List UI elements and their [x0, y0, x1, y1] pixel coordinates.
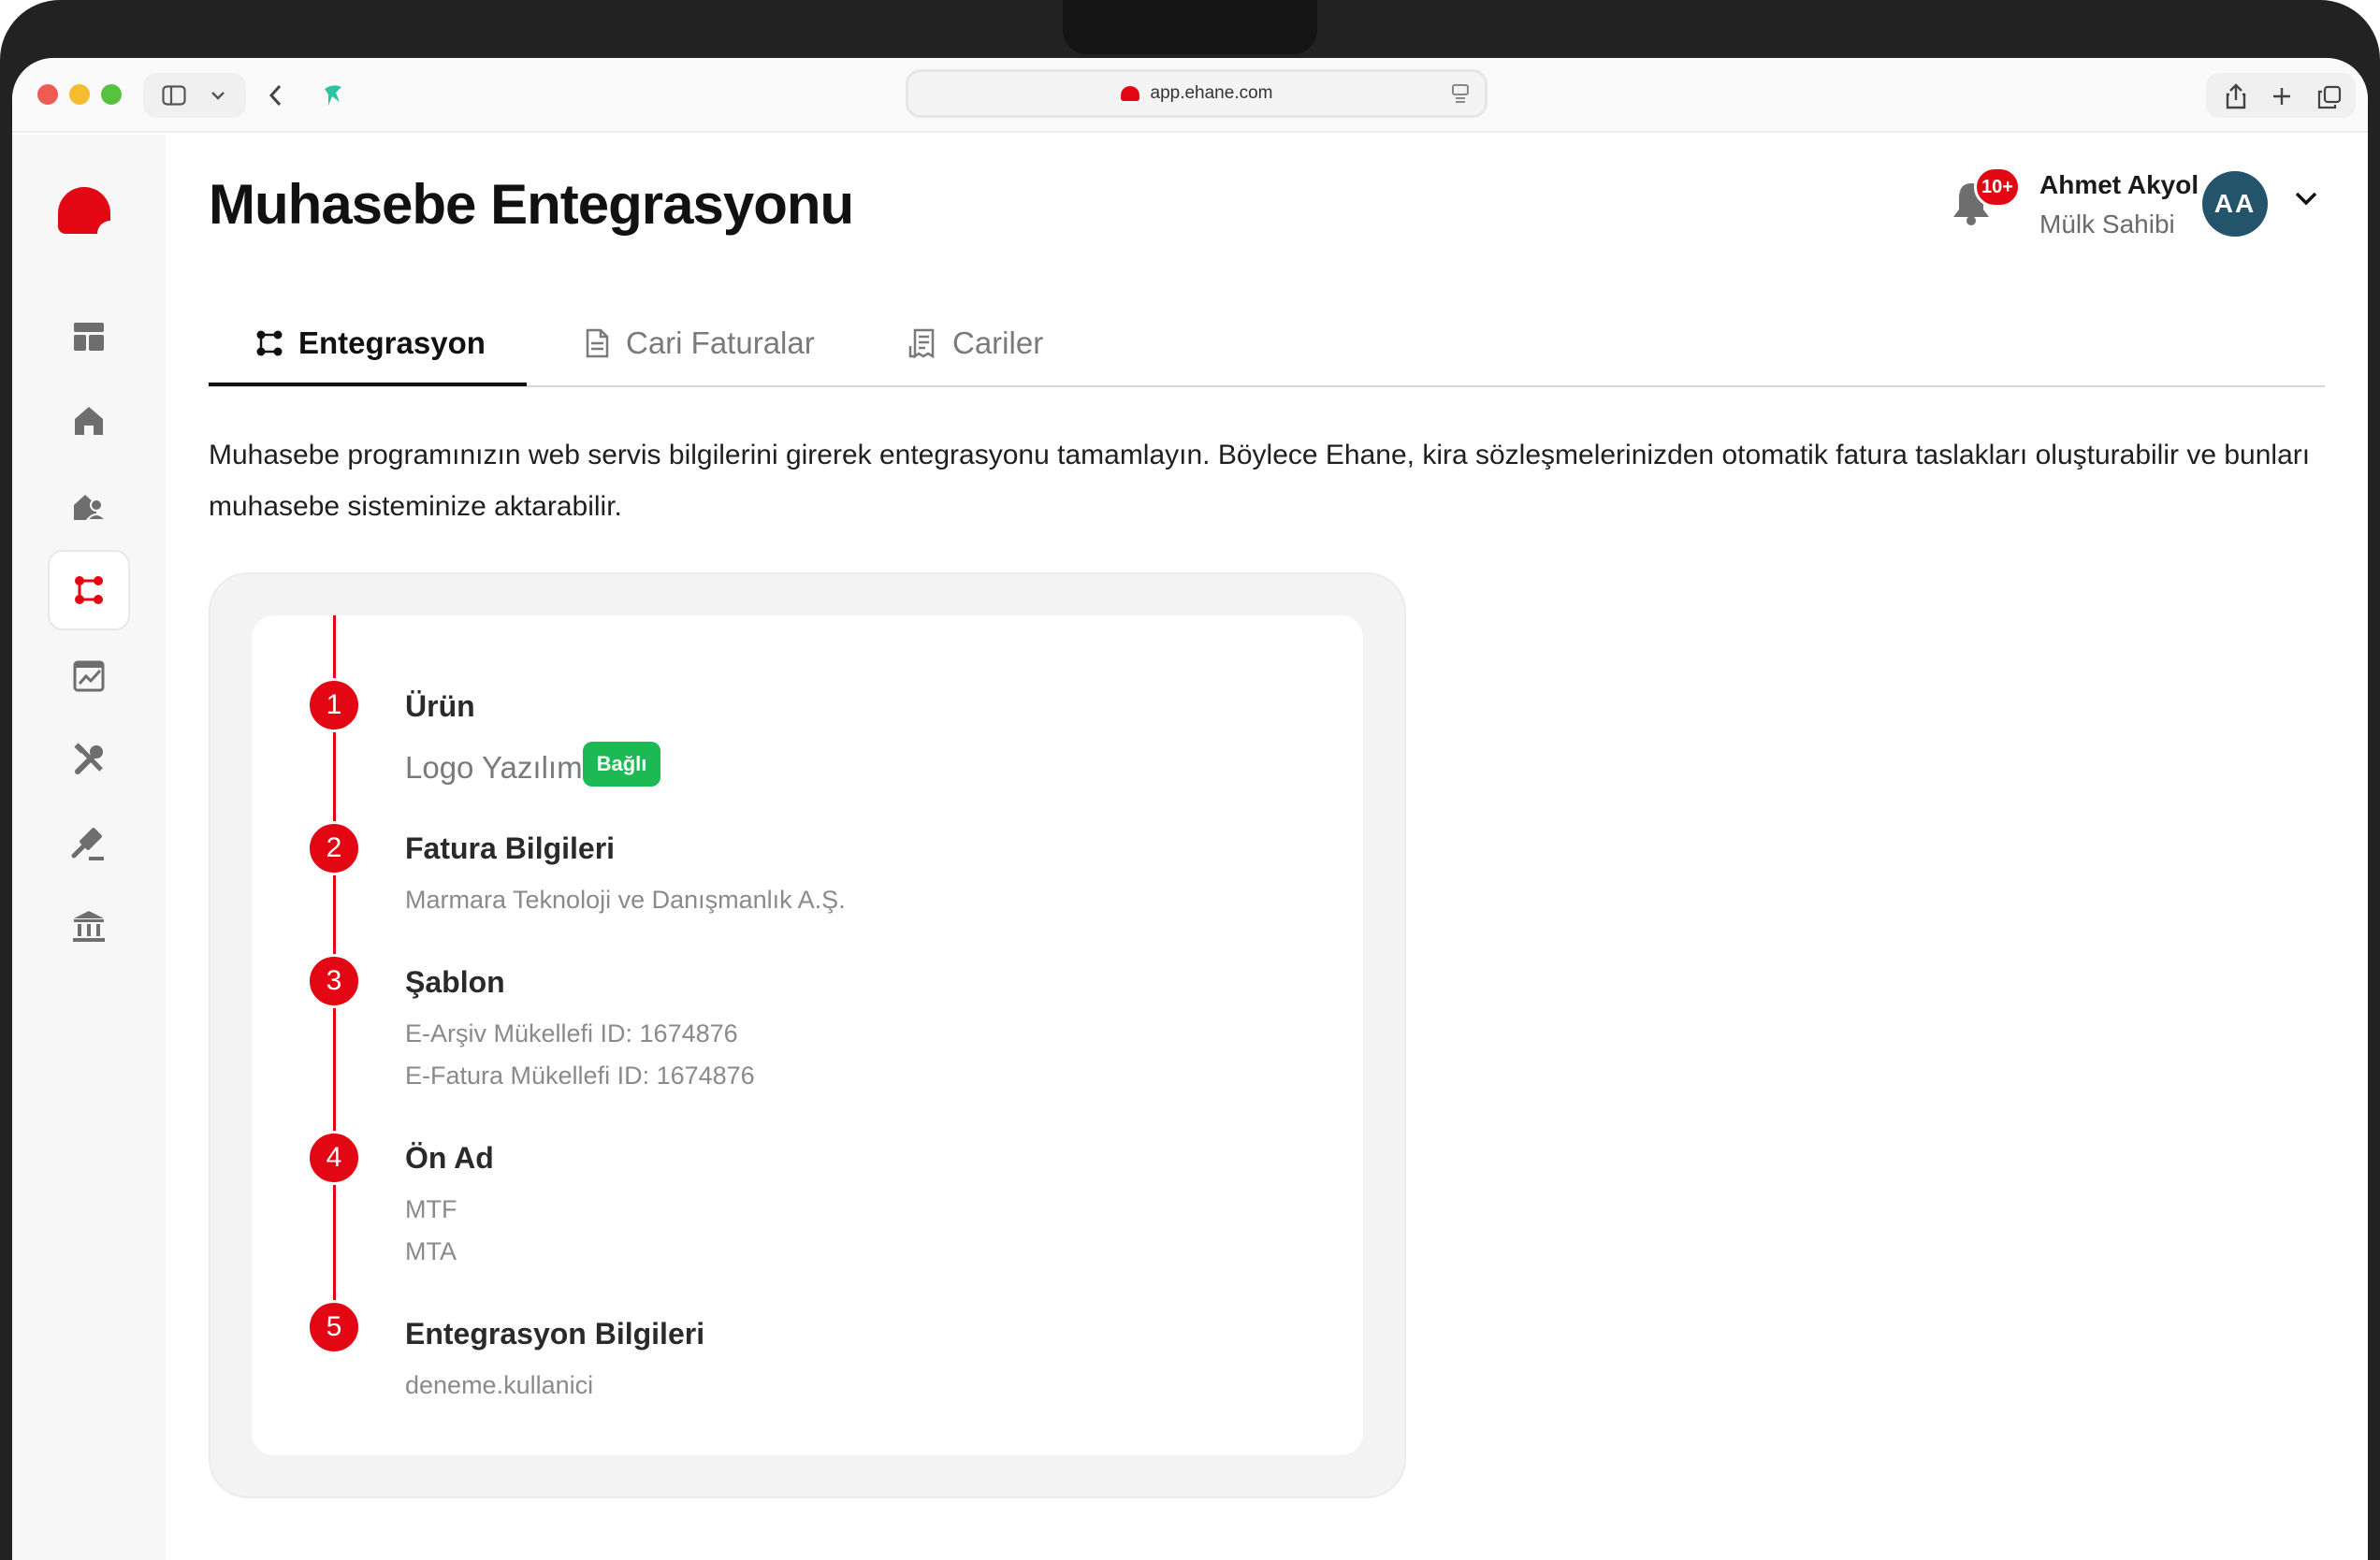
reader-mode-icon[interactable]: [1451, 83, 1470, 109]
integration-icon: [256, 330, 283, 356]
sidebar-item-properties[interactable]: [48, 381, 130, 461]
step-title-template: Şablon: [405, 965, 505, 999]
step-value-earsiv-id: E-Arşiv Mükellefi ID: 1674876: [405, 1019, 738, 1047]
share-icon[interactable]: [2223, 82, 2249, 110]
sidebar-item-dashboard[interactable]: [48, 296, 130, 377]
step-title-prefix: Ön Ad: [405, 1141, 494, 1175]
tab-current-invoices-label: Cari Faturalar: [626, 325, 815, 360]
receipt-icon: [908, 328, 935, 359]
step-value-prefix-mta: MTA: [405, 1237, 457, 1265]
tools-icon: [74, 743, 103, 774]
camera-notch: [1063, 0, 1317, 54]
step-title-integration-info: Entegrasyon Bilgileri: [405, 1317, 705, 1351]
extension-icon[interactable]: [316, 79, 350, 112]
tab-bar: Entegrasyon Cari Faturalar Cariler: [209, 299, 2325, 387]
sidebar-item-reports[interactable]: [48, 636, 130, 716]
maximize-window-button[interactable]: [101, 84, 122, 105]
sidebar-toggle-icon[interactable]: [162, 84, 186, 107]
integration-description: Muhasebe programınızın web servis bilgil…: [209, 440, 2311, 522]
home-icon: [75, 407, 103, 435]
page-title: Muhasebe Entegrasyonu: [209, 173, 854, 236]
site-favicon-icon: [1120, 86, 1139, 101]
address-bar[interactable]: app.ehane.com: [906, 69, 1488, 118]
close-window-button[interactable]: [37, 84, 58, 105]
avatar[interactable]: AA: [2202, 171, 2268, 237]
step-title-invoice-info: Fatura Bilgileri: [405, 831, 616, 865]
integration-icon: [75, 576, 103, 604]
tab-integration-label: Entegrasyon: [298, 325, 486, 360]
browser-toolbar: app.ehane.com: [12, 58, 2368, 133]
bank-icon: [73, 911, 105, 942]
tab-accounts[interactable]: Cariler: [907, 299, 1043, 387]
sidebar-item-maintenance[interactable]: [48, 720, 130, 801]
user-name[interactable]: Ahmet Akyol: [2039, 170, 2199, 200]
tab-overview-icon[interactable]: [2316, 84, 2343, 110]
browser-actions: [2206, 73, 2356, 118]
sidebar-toggle-group: [143, 73, 246, 118]
tenant-icon: [74, 495, 108, 521]
document-icon: [586, 328, 609, 358]
sidebar-item-integration[interactable]: [48, 550, 130, 630]
chevron-down-icon[interactable]: [209, 86, 227, 105]
tab-integration[interactable]: Entegrasyon: [254, 299, 486, 387]
minimize-window-button[interactable]: [69, 84, 90, 105]
step-number-4: 4: [307, 1131, 361, 1185]
back-arrow-icon[interactable]: [263, 82, 287, 108]
step-title-product: Ürün: [405, 689, 475, 723]
active-tab-indicator: [209, 383, 527, 386]
address-bar-url: app.ehane.com: [1150, 83, 1273, 103]
step-value-username: deneme.kullanici: [405, 1371, 594, 1399]
user-role: Mülk Sahibi: [2039, 209, 2175, 238]
sidebar-item-bank[interactable]: [48, 887, 130, 967]
gavel-icon: [71, 828, 104, 860]
tab-accounts-label: Cariler: [952, 325, 1044, 360]
step-number-3: 3: [307, 954, 361, 1008]
sidebar-item-tenants[interactable]: [48, 465, 130, 545]
notification-count-badge: 10+: [1974, 166, 2021, 208]
new-tab-plus-icon[interactable]: [2270, 84, 2294, 108]
step-number-5: 5: [307, 1300, 361, 1354]
reports-icon: [73, 660, 105, 692]
user-menu-chevron-down-icon[interactable]: [2292, 189, 2320, 217]
step-value-invoice-info: Marmara Teknoloji ve Danışmanlık A.Ş.: [405, 886, 846, 914]
tab-current-invoices[interactable]: Cari Faturalar: [581, 299, 815, 387]
step-value-prefix-mtf: MTF: [405, 1195, 457, 1223]
status-badge-connected: Bağlı: [583, 742, 660, 787]
ehane-logo[interactable]: [58, 187, 110, 234]
step-value-product: Logo Yazılım: [405, 750, 583, 785]
step-number-2: 2: [307, 821, 361, 875]
step-number-1: 1: [307, 678, 361, 732]
sidebar-item-legal[interactable]: [48, 804, 130, 885]
step-value-efatura-id: E-Fatura Mükellefi ID: 1674876: [405, 1062, 755, 1090]
dashboard-icon: [74, 323, 104, 351]
